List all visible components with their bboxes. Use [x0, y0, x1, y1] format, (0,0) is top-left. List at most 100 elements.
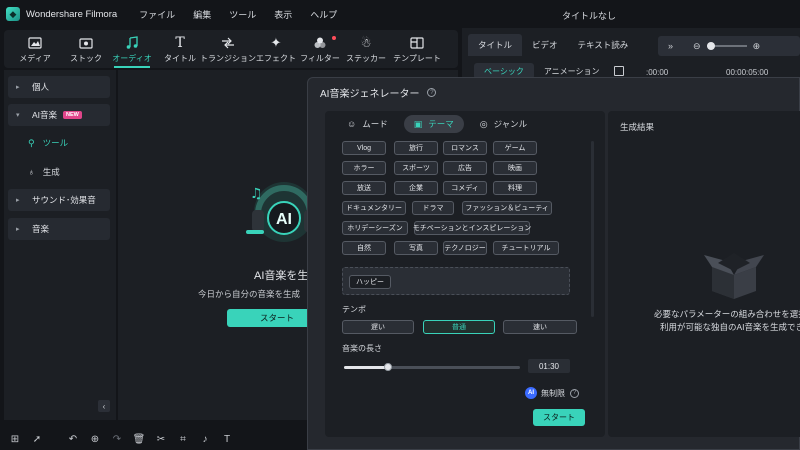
menu-tools[interactable]: ツール — [229, 8, 256, 21]
theme-chip[interactable]: ドキュメンタリー — [342, 201, 406, 215]
caret-down-icon: ▾ — [16, 112, 20, 119]
toolbar-sticker[interactable]: ☃ ステッカー — [342, 30, 390, 68]
zoom-in-icon[interactable]: ⊕ — [753, 41, 761, 52]
sidebar-item-ai-music[interactable]: ▾ AI音楽 NEW — [8, 104, 110, 126]
notification-dot — [332, 36, 336, 40]
sidebar-item-label: サウンド･効果音 — [32, 195, 96, 205]
tempo-normal[interactable]: 普通 — [423, 320, 495, 334]
dialog-title-text: AI音楽ジェネレーター — [320, 89, 420, 100]
scrollbar[interactable] — [591, 141, 594, 317]
undo-icon[interactable]: ↶ — [62, 434, 84, 445]
length-value[interactable]: 01:30 — [528, 359, 570, 373]
theme-chip[interactable]: 映画 — [493, 161, 537, 175]
toolbar-label: ストック — [70, 53, 102, 63]
toolbar-label: メディア — [19, 53, 51, 63]
sidebar-item-music[interactable]: ▸ 音楽 — [8, 218, 110, 240]
length-slider-knob[interactable] — [384, 363, 392, 371]
double-chevron-right-icon[interactable]: » — [668, 41, 673, 51]
toolbar-title[interactable]: T タイトル — [158, 30, 202, 68]
audio-split-icon[interactable]: ♪ — [194, 434, 216, 445]
caret-right-icon: ▸ — [16, 197, 20, 204]
selected-chip[interactable]: ハッピー — [349, 275, 391, 289]
theme-icon: ▣ — [413, 118, 423, 129]
ai-music-title: AI音楽を生 — [254, 270, 309, 282]
tab-mood[interactable]: ☺ ムード — [337, 115, 398, 133]
theme-chip[interactable]: 放送 — [342, 181, 386, 195]
delete-icon[interactable]: 🗑 — [128, 434, 150, 445]
toolbar-filter[interactable]: フィルター — [298, 30, 342, 68]
theme-chip[interactable]: ホリデーシーズン — [342, 221, 408, 235]
grid-icon[interactable]: ⊞ — [4, 434, 26, 445]
zoom-out-icon[interactable]: ⊖ — [693, 41, 701, 52]
menu-view[interactable]: 表示 — [274, 8, 292, 21]
crop-icon[interactable]: ⌗ — [172, 434, 194, 445]
theme-chip[interactable]: ファッション＆ビューティ — [462, 201, 552, 215]
tab-theme[interactable]: ▣ テーマ — [403, 115, 464, 133]
help-icon[interactable]: ? — [427, 88, 437, 97]
menu-edit[interactable]: 編集 — [193, 8, 211, 21]
app-name: Wondershare Filmora — [26, 8, 118, 20]
mode-tabs: ☺ ムード ▣ テーマ ◎ ジャンル — [337, 115, 543, 133]
generate-start-button[interactable]: スタート — [533, 409, 585, 426]
redo-icon[interactable]: ↷ — [106, 434, 128, 445]
tab-genre[interactable]: ◎ ジャンル — [470, 115, 537, 133]
theme-chip[interactable]: コメディ — [443, 181, 487, 195]
theme-chip[interactable]: スポーツ — [394, 161, 438, 175]
tempo-label: テンポ — [342, 305, 366, 314]
toolbar-template[interactable]: テンプレート — [390, 30, 444, 68]
theme-chip[interactable]: ドラマ — [412, 201, 454, 215]
theme-chip[interactable]: モチベーションとインスピレーション — [413, 221, 531, 235]
sticker-icon: ☃ — [360, 35, 372, 50]
result-message-1: 必要なパラメーターの組み合わせを選択して、 — [654, 309, 800, 319]
theme-chip[interactable]: 広告 — [443, 161, 487, 175]
scissors-icon[interactable]: ✂ — [150, 434, 172, 445]
theme-chip[interactable]: Vlog — [342, 141, 386, 155]
theme-chip[interactable]: テクノロジー — [443, 241, 487, 255]
title-icon: T — [175, 34, 185, 51]
menu-help[interactable]: ヘルプ — [310, 8, 337, 21]
tab-label: ジャンル — [493, 119, 528, 129]
theme-chip[interactable]: ロマンス — [443, 141, 487, 155]
sidebar-item-personal[interactable]: ▸ 個人 — [8, 76, 110, 98]
toolbar-effect[interactable]: ✦ エフェクト — [254, 30, 298, 68]
tab-video[interactable]: ビデオ — [522, 34, 568, 56]
zoom-slider-knob[interactable] — [706, 42, 715, 50]
theme-chip[interactable]: 料理 — [493, 181, 537, 195]
sidebar-sub-tools[interactable]: ⚲ ツール — [28, 137, 68, 149]
menu-file[interactable]: ファイル — [139, 8, 175, 21]
sidebar-sub-generate[interactable]: ♁ 生成 — [28, 166, 60, 178]
tempo-fast[interactable]: 速い — [503, 320, 577, 334]
theme-chip[interactable]: チュートリアル — [493, 241, 559, 255]
theme-chip[interactable]: 企業 — [394, 181, 438, 195]
audio-note-icon — [124, 35, 140, 51]
generator-settings-panel: ☺ ムード ▣ テーマ ◎ ジャンル Vlog 旅行 ロマンス ゲーム ホラー … — [325, 111, 605, 437]
length-slider[interactable] — [344, 363, 520, 371]
selected-chips-box: ハッピー — [342, 267, 570, 295]
theme-chip[interactable]: ホラー — [342, 161, 386, 175]
theme-chip[interactable]: 自然 — [342, 241, 386, 255]
audio-sidebar: ▸ 個人 ▾ AI音楽 NEW ⚲ ツール ♁ 生成 ▸ サウンド･効果音 ▸ … — [4, 70, 116, 420]
text-icon[interactable]: T — [216, 434, 238, 445]
toolbar-media[interactable]: メディア — [4, 30, 66, 68]
toolbar-audio[interactable]: オーディオ — [106, 30, 158, 68]
tab-text-to-speech[interactable]: テキスト読み — [568, 34, 639, 56]
help-icon[interactable]: ? — [570, 388, 579, 398]
collapse-sidebar-button[interactable]: ‹ — [98, 400, 110, 412]
toolbar-transition[interactable]: トランジション — [200, 30, 256, 68]
toolbar-label: ステッカー — [346, 53, 386, 63]
zoom-slider[interactable] — [706, 42, 747, 50]
toolbar-stock[interactable]: ストック — [66, 30, 106, 68]
document-title: タイトルなし — [562, 11, 617, 21]
sidebar-item-label: 音楽 — [32, 224, 50, 234]
theme-chip[interactable]: ゲーム — [493, 141, 537, 155]
select-arrow-icon[interactable]: ➚ — [26, 434, 48, 445]
theme-chip[interactable]: 旅行 — [394, 141, 438, 155]
mood-icon: ☺ — [347, 119, 357, 129]
save-preset-icon[interactable] — [614, 66, 624, 76]
theme-chip[interactable]: 写真 — [394, 241, 438, 255]
tempo-slow[interactable]: 遅い — [342, 320, 414, 334]
add-media-icon[interactable]: ⊕ — [84, 434, 106, 445]
sidebar-item-sound-effects[interactable]: ▸ サウンド･効果音 — [8, 189, 110, 211]
tab-title[interactable]: タイトル — [468, 34, 523, 56]
ai-music-subtitle: 今日から自分の音楽を生成 — [198, 289, 301, 299]
